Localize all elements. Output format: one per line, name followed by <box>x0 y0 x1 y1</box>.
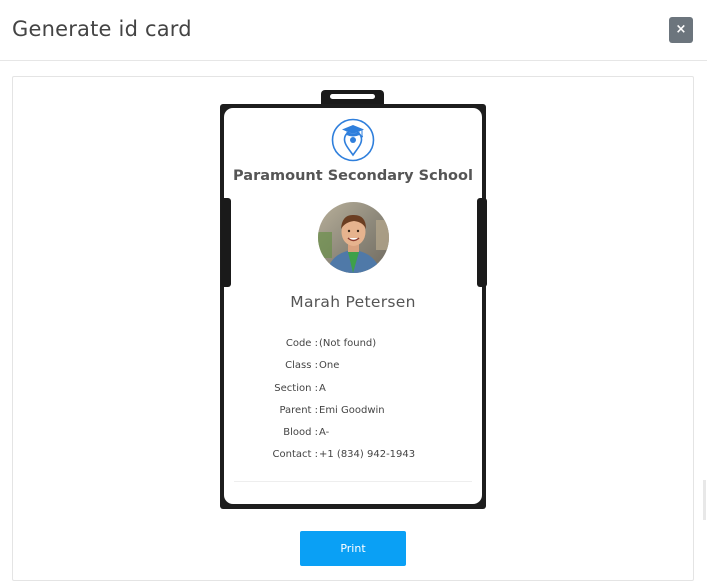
modal-header: Generate id card × <box>0 0 707 61</box>
generate-id-card-modal: Generate id card × Paramount Secondary S… <box>0 0 707 588</box>
info-row-section: Section : A <box>224 383 482 399</box>
class-label: Class : <box>285 360 318 371</box>
parent-label: Parent : <box>279 405 318 416</box>
school-logo-icon <box>331 118 375 162</box>
class-value: One <box>319 360 340 371</box>
scrollbar[interactable] <box>703 480 706 520</box>
blood-label: Blood : <box>283 427 318 438</box>
card-divider <box>234 481 472 482</box>
modal-title: Generate id card <box>12 17 192 41</box>
blood-value: A- <box>319 427 330 438</box>
card-left-notch <box>221 198 231 287</box>
code-value: (Not found) <box>319 338 377 349</box>
info-row-class: Class : One <box>224 360 482 376</box>
student-photo <box>318 202 389 273</box>
card-lanyard-clip <box>321 90 384 105</box>
contact-label: Contact : <box>272 449 318 460</box>
student-name: Marah Petersen <box>290 293 416 311</box>
info-row-blood: Blood : A- <box>224 427 482 443</box>
code-label: Code : <box>285 338 318 349</box>
section-label: Section : <box>274 383 318 394</box>
info-row-code: Code : (Not found) <box>224 338 482 354</box>
print-button[interactable]: Print <box>300 531 406 566</box>
close-button[interactable]: × <box>669 17 693 43</box>
contact-value: +1 (834) 942-1943 <box>319 449 416 460</box>
parent-value: Emi Goodwin <box>319 405 385 416</box>
card-right-notch <box>477 198 487 287</box>
school-name: Paramount Secondary School <box>233 168 473 184</box>
info-row-contact: Contact : +1 (834) 942-1943 <box>224 449 482 465</box>
info-row-parent: Parent : Emi Goodwin <box>224 405 482 421</box>
section-value: A <box>319 383 326 394</box>
